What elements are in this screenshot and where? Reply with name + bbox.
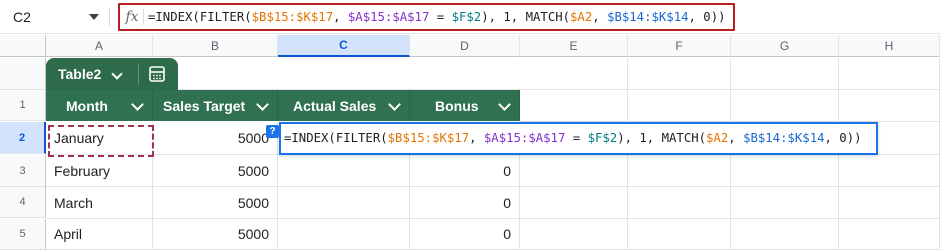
chevron-down-icon[interactable] (131, 98, 144, 111)
row-header-1[interactable]: 1 (0, 90, 46, 121)
column-header-d[interactable]: D (410, 35, 520, 57)
formula-token: , 0)) (824, 131, 862, 145)
empty-cells (178, 58, 520, 90)
header-label: Sales Target (163, 97, 246, 114)
table-header-actual-sales[interactable]: Actual Sales (278, 90, 410, 121)
row-header-5[interactable]: 5 (0, 219, 46, 250)
chevron-down-icon[interactable] (388, 98, 401, 111)
formula-token: $F$2 (451, 10, 482, 24)
column-header-c[interactable]: C (278, 35, 410, 57)
table-cell-target[interactable]: 5000 (153, 219, 278, 250)
formula-token: $A2 (706, 131, 729, 145)
formula-token: =INDEX(FILTER( (148, 10, 252, 24)
column-header-f[interactable]: F (628, 35, 731, 57)
chevron-down-icon[interactable] (89, 14, 99, 20)
table-cell-actual[interactable] (278, 155, 410, 187)
grid-cell[interactable] (520, 155, 628, 187)
copy-range-marker (48, 125, 154, 157)
table-cell-bonus[interactable]: 0 (410, 219, 520, 250)
header-label: Month (66, 97, 108, 114)
formula-token: $F$2 (587, 131, 618, 145)
table-cell-bonus[interactable]: 0 (410, 187, 520, 219)
table-header-month[interactable]: Month (46, 90, 153, 121)
formula-token: , (333, 10, 348, 24)
formula-token: $B$14:$K$14 (607, 10, 689, 24)
grid-cell[interactable] (731, 187, 839, 219)
table-header-bonus[interactable]: Bonus (410, 90, 520, 121)
column-header-b[interactable]: B (153, 35, 278, 57)
grid-cell[interactable] (520, 187, 628, 219)
table-name[interactable]: Table2 (58, 58, 101, 90)
table-cell-target[interactable]: 5000 (153, 155, 278, 187)
grid-cell[interactable] (839, 90, 940, 122)
grid-cell[interactable] (628, 219, 731, 250)
formula-token: $A2 (570, 10, 593, 24)
table-cell-month[interactable]: February (46, 155, 153, 187)
table-cell-month[interactable]: April (46, 219, 153, 250)
formula-token: =INDEX(FILTER( (284, 131, 388, 145)
formula-token: , 0)) (688, 10, 726, 24)
chevron-down-icon[interactable] (256, 98, 269, 111)
formula-token: $B$14:$K$14 (743, 131, 825, 145)
select-all-corner[interactable] (0, 35, 46, 57)
formula-token: $A$15:$A$17 (483, 131, 566, 145)
grid-cell[interactable] (520, 58, 628, 90)
table-cell-bonus[interactable]: 0 (410, 155, 520, 187)
header-label: Actual Sales (293, 97, 377, 114)
formula-help-icon[interactable]: ? (266, 125, 279, 138)
divider (138, 63, 139, 85)
grid-cell[interactable] (628, 58, 731, 90)
row-header-3[interactable]: 3 (0, 155, 46, 187)
divider (143, 9, 144, 25)
table-cell-target[interactable]: 5000 (153, 122, 278, 155)
formula-token: ), 1, MATCH( (617, 131, 707, 145)
column-header-h[interactable]: H (839, 35, 940, 57)
cell-formula-text[interactable]: =INDEX(FILTER($B$15:$K$17, $A$15:$A$17 =… (284, 123, 862, 153)
grid-cell[interactable] (839, 219, 940, 250)
grid-cell[interactable] (731, 155, 839, 187)
fx-icon: fx (125, 9, 139, 25)
table-cell-month[interactable]: March (46, 187, 153, 219)
name-box-value: C2 (13, 9, 31, 25)
grid-cell[interactable] (731, 58, 839, 90)
table-header-sales-target[interactable]: Sales Target (153, 90, 278, 121)
header-label: Bonus (435, 97, 479, 114)
column-header-e[interactable]: E (520, 35, 628, 57)
formula-token: , (728, 131, 744, 145)
table-settings-icon[interactable] (148, 65, 166, 83)
formula-token: $B$15:$K$17 (387, 131, 470, 145)
grid-cell[interactable] (839, 155, 940, 187)
row-header-spacer (0, 58, 46, 90)
grid-cell[interactable] (839, 187, 940, 219)
divider (109, 8, 110, 26)
table-cell-actual[interactable] (278, 187, 410, 219)
formula-input[interactable]: =INDEX(FILTER($B$15:$K$17, $A$15:$A$17 =… (148, 4, 726, 30)
table-cell-target[interactable]: 5000 (153, 187, 278, 219)
row-header-4[interactable]: 4 (0, 187, 46, 218)
table-cell-actual[interactable] (278, 219, 410, 250)
grid-cell[interactable] (731, 219, 839, 250)
grid-cell[interactable] (628, 90, 731, 122)
formula-token: , (469, 131, 484, 145)
chevron-down-icon[interactable] (498, 98, 511, 111)
formula-token: ), 1, MATCH( (481, 10, 571, 24)
formula-token: = (565, 131, 588, 145)
formula-token: = (429, 10, 452, 24)
grid-cell[interactable] (628, 155, 731, 187)
formula-token: $A$15:$A$17 (347, 10, 430, 24)
grid-cell[interactable] (731, 90, 839, 122)
grid-cell[interactable] (628, 187, 731, 219)
formula-token: , (592, 10, 608, 24)
column-header-a[interactable]: A (46, 35, 153, 57)
column-header-g[interactable]: G (731, 35, 839, 57)
grid-cell[interactable] (520, 219, 628, 250)
row-header-2[interactable]: 2 (0, 122, 46, 154)
formula-token: $B$15:$K$17 (251, 10, 334, 24)
grid-cell[interactable] (520, 90, 628, 122)
grid-cell[interactable] (839, 58, 940, 90)
